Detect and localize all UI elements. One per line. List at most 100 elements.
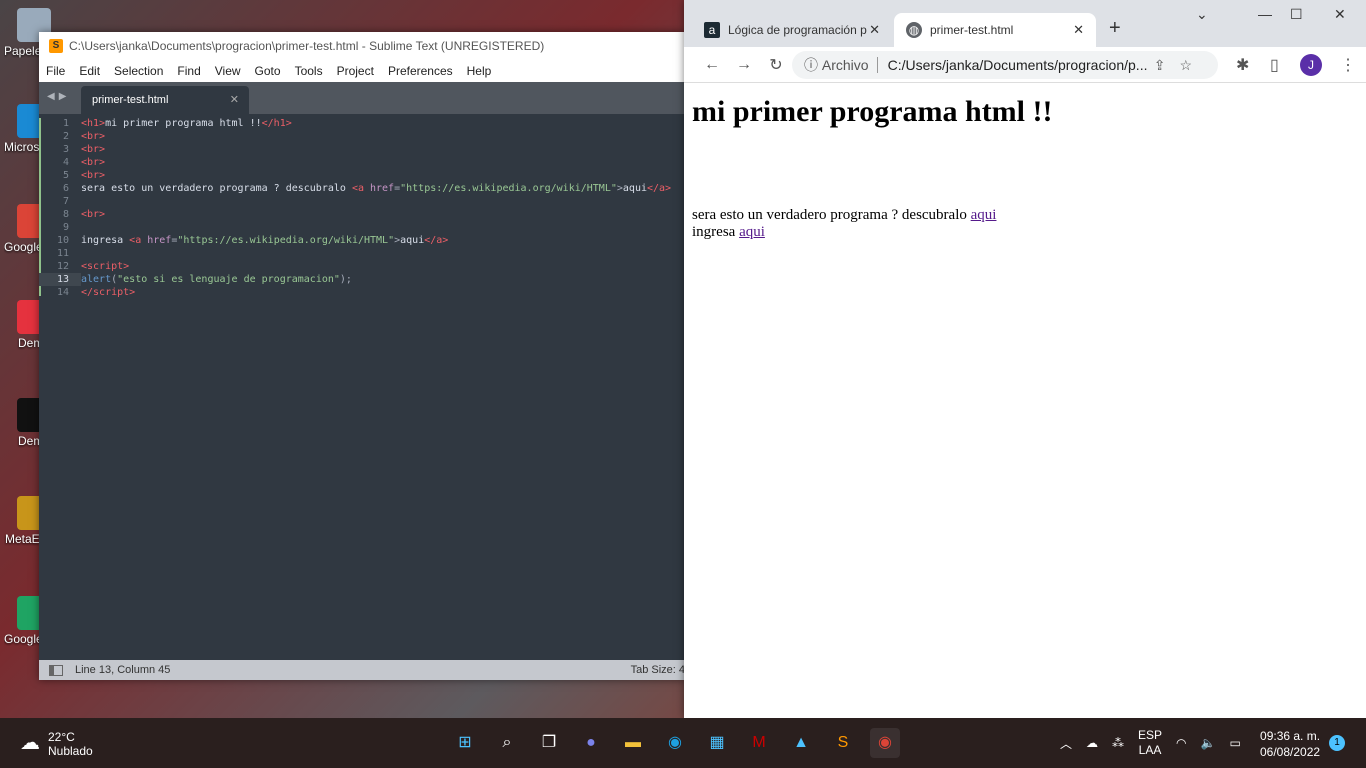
- code-line[interactable]: 13 alert("esto si es lenguaje de programa…: [39, 273, 685, 286]
- reload-button[interactable]: ↻: [760, 55, 792, 75]
- link-aqui[interactable]: aqui: [739, 224, 765, 240]
- browser-tab-logica[interactable]: a Lógica de programación p ✕: [692, 13, 892, 47]
- code-line[interactable]: 3 <br>: [39, 143, 685, 156]
- layout-code: LAA: [1138, 743, 1162, 757]
- info-icon[interactable]: ⓘ: [804, 55, 818, 75]
- menu-kebab-icon[interactable]: ⋮: [1340, 55, 1356, 75]
- code-token: ingresa: [81, 235, 130, 246]
- code-line[interactable]: 9: [39, 221, 685, 234]
- menu-selection[interactable]: Selection: [107, 64, 170, 78]
- chat-icon[interactable]: ●: [576, 728, 606, 758]
- code-token: href: [147, 235, 172, 246]
- tab-nav-arrows-icon[interactable]: ◀▶: [47, 91, 70, 102]
- code-token: mi primer programa html !!: [105, 118, 262, 129]
- clock[interactable]: 09:36 a. m. 06/08/2022: [1260, 728, 1320, 760]
- menu-goto[interactable]: Goto: [248, 64, 288, 78]
- mcafee-icon[interactable]: M: [744, 728, 774, 758]
- app-tray-icon[interactable]: ⁂: [1112, 736, 1124, 750]
- code-line[interactable]: 4 <br>: [39, 156, 685, 169]
- menu-tools[interactable]: Tools: [288, 64, 330, 78]
- code-token: alert: [81, 274, 112, 285]
- sublime-window: S C:\Users\janka\Documents\progracion\pri…: [39, 32, 685, 680]
- sublime-taskbar-icon[interactable]: S: [828, 728, 858, 758]
- share-icon[interactable]: ⇪: [1154, 57, 1180, 73]
- onedrive-icon[interactable]: ☁: [1086, 736, 1098, 750]
- menu-edit[interactable]: Edit: [72, 64, 107, 78]
- code-line[interactable]: 10 ingresa <a href="https://es.wikipedia.…: [39, 234, 685, 247]
- menu-project[interactable]: Project: [330, 64, 381, 78]
- back-button[interactable]: ←: [696, 56, 728, 74]
- code-token: aqui: [400, 235, 425, 246]
- code-line[interactable]: 8 <br>: [39, 208, 685, 221]
- menu-view[interactable]: View: [208, 64, 248, 78]
- volume-icon[interactable]: 🔈: [1201, 736, 1216, 750]
- code-line[interactable]: 11: [39, 247, 685, 260]
- close-tab-icon[interactable]: ✕: [869, 22, 880, 38]
- extensions-icon[interactable]: ✱: [1236, 55, 1249, 75]
- sidebar-toggle-icon[interactable]: [49, 664, 63, 676]
- forward-button[interactable]: →: [728, 56, 760, 74]
- start-icon[interactable]: ⊞: [450, 728, 480, 758]
- close-window-button[interactable]: ✕: [1334, 6, 1346, 23]
- side-panel-icon[interactable]: ▯: [1270, 55, 1279, 75]
- close-tab-icon[interactable]: ✕: [1073, 22, 1084, 38]
- code-token: sera esto un verdadero programa ? descub…: [81, 183, 352, 194]
- page-text: sera esto un verdadero programa ? descub…: [692, 207, 971, 223]
- browser-toolbar: ← → ↻ ⓘ Archivo C:/Users/janka/Documents/pr…: [684, 47, 1366, 83]
- code-token: );: [339, 274, 352, 285]
- code-editor[interactable]: 1 <h1>mi primer programa html !!</h1> 2 <br…: [39, 114, 685, 660]
- wifi-icon[interactable]: ◠: [1176, 736, 1186, 750]
- minimize-button[interactable]: —: [1258, 6, 1272, 22]
- code-line[interactable]: 6 sera esto un verdadero programa ? descu…: [39, 182, 685, 195]
- onedrive-folder-icon[interactable]: ▲: [786, 728, 816, 758]
- avatar[interactable]: J: [1300, 54, 1322, 76]
- code-line[interactable]: 14 </script>: [39, 286, 685, 299]
- code-token: <br>: [81, 131, 106, 142]
- new-tab-button[interactable]: +: [1109, 17, 1121, 40]
- code-token: "esto si es lenguaje de programacion": [117, 274, 340, 285]
- status-bar: Line 13, Column 45 Tab Size: 4: [39, 660, 685, 680]
- code-line[interactable]: 1 <h1>mi primer programa html !!</h1>: [39, 117, 685, 130]
- line-number: 4: [62, 157, 69, 168]
- chevron-up-icon[interactable]: ︿: [1060, 735, 1072, 752]
- browser-tab-primer-test[interactable]: ◍ primer-test.html ✕: [894, 13, 1096, 47]
- code-line[interactable]: 7: [39, 195, 685, 208]
- code-token: </script>: [81, 287, 136, 298]
- tab-primer-test[interactable]: primer-test.html ✕: [81, 86, 249, 114]
- menu-help[interactable]: Help: [460, 64, 499, 78]
- chrome-window: a Lógica de programación p ✕ ◍ primer-test.…: [684, 0, 1366, 718]
- menu-file[interactable]: File: [39, 64, 72, 78]
- sublime-title-bar: S C:\Users\janka\Documents\progracion\pri…: [39, 32, 685, 60]
- close-tab-icon[interactable]: ✕: [230, 93, 239, 106]
- notification-badge[interactable]: 1: [1329, 735, 1345, 751]
- code-line[interactable]: 2 <br>: [39, 130, 685, 143]
- battery-icon[interactable]: ▭: [1229, 736, 1240, 750]
- tab-search-icon[interactable]: ⌄: [1196, 6, 1208, 23]
- tab-size[interactable]: Tab Size: 4: [631, 664, 685, 676]
- edge-icon[interactable]: ◉: [660, 728, 690, 758]
- maximize-button[interactable]: ☐: [1290, 6, 1303, 23]
- bookmark-star-icon[interactable]: ☆: [1179, 57, 1206, 73]
- code-token: </a>: [424, 235, 449, 246]
- line-number: 11: [56, 248, 69, 259]
- menu-find[interactable]: Find: [170, 64, 207, 78]
- store-icon[interactable]: ▦: [702, 728, 732, 758]
- code-line[interactable]: 12 <script>: [39, 260, 685, 273]
- code-token: aqui: [622, 183, 647, 194]
- address-bar[interactable]: ⓘ Archivo C:/Users/janka/Documents/progra…: [792, 51, 1218, 79]
- line-number: 8: [62, 209, 69, 220]
- language-indicator[interactable]: ESP LAA: [1138, 728, 1162, 758]
- link-aqui[interactable]: aqui: [971, 207, 997, 223]
- page-text: ingresa: [692, 224, 740, 240]
- line-number: 5: [62, 170, 69, 181]
- taskbar: ☁ 22°C Nublado ⊞ ⌕ ❐ ● ▬ ◉ ▦ M ▲ S ◉ ︿ ☁ ⁂…: [0, 718, 1366, 768]
- task-view-icon[interactable]: ❐: [534, 728, 564, 758]
- code-token: "https://es.wikipedia.org/wiki/HTML": [400, 183, 617, 194]
- menu-preferences[interactable]: Preferences: [381, 64, 460, 78]
- line-number: 7: [62, 196, 69, 207]
- code-line[interactable]: 5 <br>: [39, 169, 685, 182]
- search-icon[interactable]: ⌕: [492, 728, 522, 758]
- file-explorer-icon[interactable]: ▬: [618, 728, 648, 758]
- weather-widget[interactable]: ☁ 22°C Nublado: [20, 730, 93, 758]
- chrome-taskbar-icon[interactable]: ◉: [870, 728, 900, 758]
